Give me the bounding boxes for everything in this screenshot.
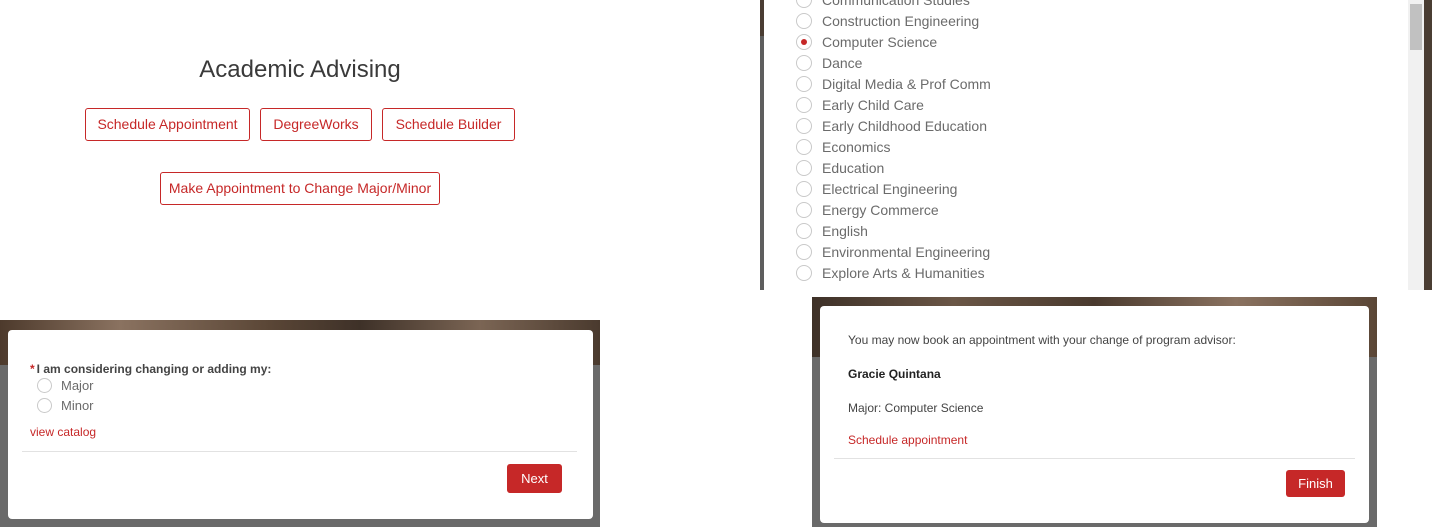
booking-message: You may now book an appointment with you… <box>848 333 1236 347</box>
radio-selected[interactable] <box>796 33 812 50</box>
major-option[interactable]: English <box>796 220 991 241</box>
panel-edge <box>760 0 764 290</box>
next-button[interactable]: Next <box>507 464 562 493</box>
radio-unselected[interactable] <box>796 180 812 197</box>
major-radio[interactable] <box>37 378 52 393</box>
major-option-label: Digital Media & Prof Comm <box>822 75 991 92</box>
major-option-label: Early Childhood Education <box>822 117 987 134</box>
radio-unselected[interactable] <box>796 159 812 176</box>
schedule-appointment-link[interactable]: Schedule appointment <box>848 433 967 447</box>
major-option[interactable]: Education <box>796 157 991 178</box>
radio-unselected[interactable] <box>796 12 812 29</box>
advisor-major: Major: Computer Science <box>848 401 984 415</box>
major-option-label: Education <box>822 159 885 176</box>
change-major-minor-button[interactable]: Make Appointment to Change Major/Minor <box>160 172 440 205</box>
major-option-label: Explore Arts & Humanities <box>822 264 985 281</box>
major-option[interactable]: Early Child Care <box>796 94 991 115</box>
major-option-label: Environmental Engineering <box>822 243 991 260</box>
required-marker: * <box>30 362 35 376</box>
radio-unselected[interactable] <box>796 75 812 92</box>
panel-edge-right <box>1424 0 1432 290</box>
major-option-label: Energy Commerce <box>822 201 939 218</box>
major-option[interactable]: Digital Media & Prof Comm <box>796 73 991 94</box>
radio-unselected[interactable] <box>796 138 812 155</box>
finish-button[interactable]: Finish <box>1286 470 1345 497</box>
radio-unselected[interactable] <box>796 0 812 8</box>
view-catalog-link[interactable]: view catalog <box>30 425 96 439</box>
change-program-modal-backdrop: * I am considering changing or adding my:… <box>0 320 600 527</box>
advisor-name: Gracie Quintana <box>848 367 941 381</box>
radio-unselected[interactable] <box>796 201 812 218</box>
major-option[interactable]: Communication Studies <box>796 0 991 10</box>
major-option-label: Electrical Engineering <box>822 180 958 197</box>
major-list-panel: Communication Studies Construction Engine… <box>760 0 1432 290</box>
option-major[interactable]: Major <box>37 378 94 393</box>
major-option-label: Dance <box>822 54 863 71</box>
radio-unselected[interactable] <box>796 222 812 239</box>
major-option[interactable]: Dance <box>796 52 991 73</box>
schedule-appointment-button[interactable]: Schedule Appointment <box>85 108 250 141</box>
radio-unselected[interactable] <box>796 243 812 260</box>
major-option[interactable]: Early Childhood Education <box>796 115 991 136</box>
major-option-label: Economics <box>822 138 891 155</box>
finish-card: You may now book an appointment with you… <box>820 306 1369 523</box>
major-option[interactable]: Economics <box>796 136 991 157</box>
change-program-card: * I am considering changing or adding my:… <box>8 330 593 519</box>
major-option[interactable]: Energy Commerce <box>796 199 991 220</box>
radio-unselected[interactable] <box>796 54 812 71</box>
option-minor-label: Minor <box>61 398 94 413</box>
degreeworks-button[interactable]: DegreeWorks <box>260 108 372 141</box>
question-label: * I am considering changing or adding my: <box>30 362 271 376</box>
radio-unselected[interactable] <box>796 96 812 113</box>
panel-edge-photo <box>760 0 764 36</box>
major-option-label: Construction Engineering <box>822 12 980 29</box>
major-option-label: Communication Studies <box>822 0 970 8</box>
major-radio-list: Communication Studies Construction Engine… <box>796 0 991 283</box>
option-major-label: Major <box>61 378 94 393</box>
page-title: Academic Advising <box>199 56 401 83</box>
major-option[interactable]: Explore Arts & Humanities <box>796 262 991 283</box>
card-divider-2 <box>834 458 1355 459</box>
question-text: I am considering changing or adding my: <box>36 362 272 376</box>
major-option-label: Early Child Care <box>822 96 924 113</box>
radio-unselected[interactable] <box>796 264 812 281</box>
option-minor[interactable]: Minor <box>37 398 94 413</box>
major-option[interactable]: Electrical Engineering <box>796 178 991 199</box>
finish-modal-backdrop: You may now book an appointment with you… <box>812 297 1377 527</box>
major-option-label: English <box>822 222 868 239</box>
major-option[interactable]: Environmental Engineering <box>796 241 991 262</box>
major-option-label: Computer Science <box>822 33 938 50</box>
major-option[interactable]: Computer Science <box>796 31 991 52</box>
major-option[interactable]: Construction Engineering <box>796 10 991 31</box>
card-divider <box>22 451 577 452</box>
academic-advising-panel: Academic Advising Schedule Appointment D… <box>0 0 600 290</box>
radio-unselected[interactable] <box>796 117 812 134</box>
schedule-builder-button[interactable]: Schedule Builder <box>382 108 515 141</box>
scrollbar-thumb[interactable] <box>1410 4 1422 50</box>
minor-radio[interactable] <box>37 398 52 413</box>
